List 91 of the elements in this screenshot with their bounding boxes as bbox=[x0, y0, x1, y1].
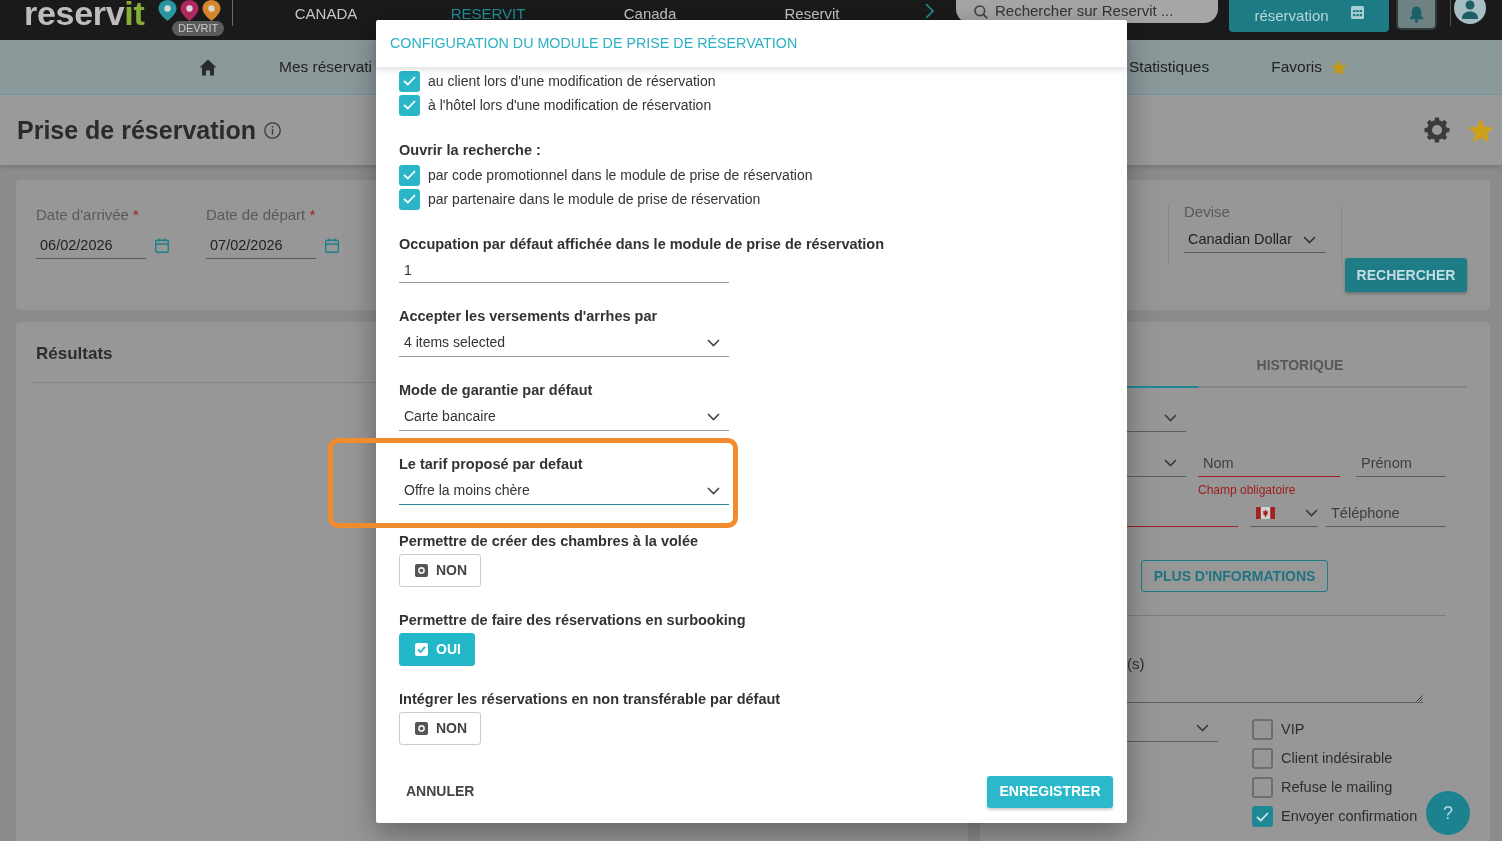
checkbox-label: par partenaire dans le module de prise de réservation bbox=[428, 189, 761, 209]
square-dot-icon bbox=[415, 722, 428, 735]
checkbox-label: Client indésirable bbox=[1281, 748, 1393, 768]
chevron-down-icon bbox=[1305, 509, 1318, 517]
search-icon bbox=[974, 4, 988, 19]
chevron-down-icon bbox=[1164, 414, 1177, 422]
nav-link[interactable]: Mes réservati bbox=[279, 55, 373, 79]
text-field[interactable]: Téléphone bbox=[1326, 500, 1446, 527]
calendar-icon bbox=[155, 237, 169, 253]
logo-wordmark: reservit bbox=[24, 0, 145, 26]
chevron-right-icon[interactable] bbox=[925, 3, 934, 19]
toggle-button[interactable]: NON bbox=[399, 554, 481, 587]
check-icon bbox=[403, 194, 416, 204]
date-field[interactable]: 06/02/2026 bbox=[36, 231, 146, 259]
checkbox[interactable] bbox=[399, 94, 420, 116]
check-icon bbox=[403, 170, 416, 180]
select-field[interactable]: Offre la moins chère bbox=[399, 477, 729, 505]
map-pin-icon bbox=[158, 0, 177, 21]
property-link[interactable]: Canada bbox=[569, 0, 731, 24]
flag-icon bbox=[1256, 507, 1275, 519]
checkbox[interactable] bbox=[1252, 806, 1273, 827]
checkbox[interactable] bbox=[399, 70, 420, 92]
section-title: Résultats bbox=[36, 344, 113, 364]
property-link[interactable]: RESERVIT bbox=[407, 0, 569, 24]
error-message: Champ obligatoire bbox=[1198, 483, 1296, 498]
text-field[interactable]: Nom bbox=[1198, 450, 1340, 477]
home-icon[interactable] bbox=[199, 58, 217, 76]
checkbox-label: VIP bbox=[1281, 719, 1305, 739]
nav-link[interactable]: Statistiques bbox=[1129, 55, 1210, 79]
notifications-button[interactable] bbox=[1396, 0, 1437, 30]
field-label: Date de départ * bbox=[206, 206, 316, 224]
chevron-down-icon bbox=[1164, 459, 1177, 467]
book-button[interactable]: réservation bbox=[1229, 0, 1389, 32]
bell-icon bbox=[1409, 5, 1424, 23]
info-icon[interactable] bbox=[264, 121, 281, 139]
number-field[interactable]: 1 bbox=[399, 257, 729, 283]
field-label: Devise bbox=[1184, 203, 1231, 221]
property-link[interactable]: CANADA bbox=[245, 0, 407, 24]
dialog-title: CONFIGURATION DU MODULE DE PRISE DE RÉSERVATION bbox=[390, 34, 798, 53]
checkbox-label: Refuse le mailing bbox=[1281, 777, 1393, 797]
search-button[interactable]: RECHERCHER bbox=[1345, 258, 1467, 292]
search-field[interactable]: Rechercher sur Reservit ... bbox=[995, 0, 1215, 23]
checkbox[interactable] bbox=[399, 164, 420, 186]
checkbox[interactable] bbox=[1252, 748, 1273, 769]
field-label: Mode de garantie par défaut bbox=[399, 381, 593, 400]
checkbox[interactable] bbox=[399, 188, 420, 210]
field-label: Ouvrir la recherche : bbox=[399, 141, 541, 160]
calendar-icon bbox=[325, 237, 339, 253]
environment-badge: DEVRIT bbox=[172, 21, 225, 36]
map-pin-icon bbox=[202, 0, 221, 21]
chevron-down-icon bbox=[1303, 235, 1316, 244]
check-icon bbox=[1256, 811, 1269, 822]
cancel-button[interactable]: ANNULER bbox=[399, 777, 482, 806]
currency-select[interactable]: Canadian Dollar bbox=[1184, 227, 1326, 253]
square-dot-icon bbox=[415, 564, 428, 577]
star-icon[interactable] bbox=[1467, 116, 1495, 144]
checkbox[interactable] bbox=[1252, 719, 1273, 740]
check-icon bbox=[403, 100, 416, 110]
checkbox-label: par code promotionnel dans le module de prise de réservation bbox=[428, 165, 813, 185]
page-title: Prise de réservation bbox=[17, 115, 256, 145]
field-label: Le tarif proposé par defaut bbox=[399, 455, 583, 474]
chevron-down-icon bbox=[707, 412, 720, 421]
field-label: (s) bbox=[1127, 654, 1145, 674]
field-label: Intégrer les réservations en non transférable par défaut bbox=[399, 690, 781, 709]
checkbox-label: à l'hôtel lors d'une modification de réservation bbox=[428, 95, 712, 115]
field-label: Accepter les versements d'arrhes par bbox=[399, 307, 658, 326]
checkbox-label: au client lors d'une modification de réservation bbox=[428, 71, 716, 91]
select-field[interactable]: 4 items selected bbox=[399, 329, 729, 357]
checkbox-label: Envoyer confirmation bbox=[1281, 806, 1418, 826]
text-field[interactable]: Prénom bbox=[1356, 450, 1446, 477]
field-label: Permettre de faire des réservations en surbooking bbox=[399, 611, 746, 630]
date-field[interactable]: 07/02/2026 bbox=[206, 231, 316, 259]
chevron-down-icon bbox=[707, 338, 720, 347]
field-label: Permettre de créer des chambres à la volée bbox=[399, 532, 699, 551]
check-icon bbox=[403, 76, 416, 86]
select-field[interactable]: Carte bancaire bbox=[399, 403, 729, 431]
map-pin-icon bbox=[180, 0, 199, 21]
field-label: Occupation par défaut affichée dans le module de prise de réservation bbox=[399, 235, 885, 254]
gear-icon[interactable] bbox=[1424, 117, 1450, 143]
checked-box-icon bbox=[415, 643, 428, 656]
chevron-down-icon bbox=[707, 486, 720, 495]
calendar-grid-icon bbox=[1350, 5, 1364, 19]
resize-handle-icon bbox=[1416, 695, 1423, 702]
property-link[interactable]: Reservit bbox=[731, 0, 893, 24]
chevron-down-icon bbox=[1196, 724, 1209, 732]
star-icon bbox=[1330, 58, 1348, 76]
favorites-link[interactable]: Favoris bbox=[1271, 55, 1348, 79]
toggle-button[interactable]: NON bbox=[399, 712, 481, 745]
field-label: Date d'arrivée * bbox=[36, 206, 139, 224]
user-avatar-icon[interactable] bbox=[1454, 0, 1486, 24]
checkbox[interactable] bbox=[1252, 777, 1273, 798]
